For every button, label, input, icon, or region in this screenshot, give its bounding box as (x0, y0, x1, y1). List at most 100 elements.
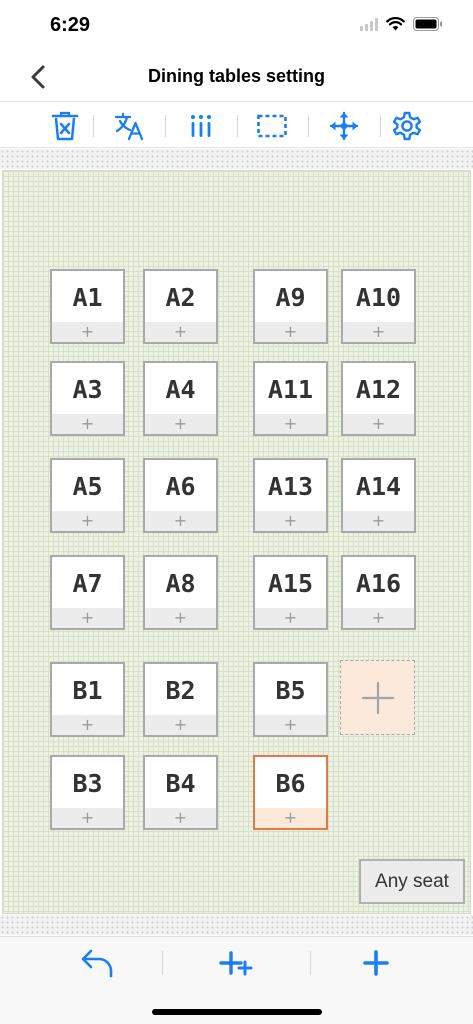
home-indicator (152, 1009, 322, 1015)
table-card[interactable]: A2 + (143, 269, 218, 344)
table-card[interactable]: A6 + (143, 458, 218, 533)
table-card[interactable]: A13 + (253, 458, 328, 533)
table-name: A7 (72, 569, 103, 598)
signal-icon (360, 17, 378, 31)
add-seat-button[interactable]: + (255, 715, 326, 735)
table-card[interactable]: A5 + (50, 458, 125, 533)
columns-icon (191, 115, 211, 137)
add-table-button[interactable] (340, 660, 415, 735)
bottom-divider (162, 951, 163, 975)
add-seat-button[interactable]: + (255, 511, 326, 531)
table-name: A16 (355, 569, 402, 598)
toolbar-divider (93, 115, 94, 137)
status-time: 6:29 (50, 14, 91, 36)
table-card[interactable]: A1 + (50, 269, 125, 344)
undo-button[interactable] (77, 945, 117, 981)
table-name: A10 (355, 283, 402, 312)
translate-button[interactable] (112, 110, 146, 142)
toolbar-divider (308, 115, 309, 137)
table-name: A6 (165, 472, 196, 501)
add-seat-button[interactable]: + (52, 608, 123, 628)
plus-icon (361, 681, 394, 714)
table-name: A12 (355, 375, 402, 404)
table-name: B1 (72, 676, 103, 705)
toolbar-divider (380, 115, 381, 137)
table-card[interactable]: A4 + (143, 361, 218, 436)
table-card[interactable]: A11 + (253, 361, 328, 436)
table-card[interactable]: B2 + (143, 662, 218, 737)
add-seat-button[interactable]: + (52, 511, 123, 531)
table-card[interactable]: A9 + (253, 269, 328, 344)
gear-icon (392, 111, 422, 141)
add-multiple-tables-button[interactable] (216, 945, 256, 981)
table-name: A4 (165, 375, 196, 404)
table-name: A2 (165, 283, 196, 312)
table-name: A9 (275, 283, 306, 312)
status-bar: 6:29 (0, 0, 473, 54)
toolbar-divider (237, 115, 238, 137)
add-seat-button[interactable]: + (52, 715, 123, 735)
translate-icon (114, 112, 144, 141)
canvas-bottom-border (0, 915, 473, 935)
table-card[interactable]: B5 + (253, 662, 328, 737)
select-area-button[interactable] (255, 110, 289, 142)
add-seat-button[interactable]: + (52, 808, 123, 828)
navigation-bar: Dining tables setting (0, 54, 473, 101)
bottom-toolbar (0, 936, 473, 1024)
bottom-divider (310, 951, 311, 975)
add-seat-button[interactable]: + (343, 511, 414, 531)
table-card[interactable]: A10 + (341, 269, 416, 344)
add-seat-button[interactable]: + (255, 808, 326, 828)
table-card[interactable]: A12 + (341, 361, 416, 436)
table-name: A13 (267, 472, 314, 501)
page-title: Dining tables setting (147, 66, 325, 86)
add-seat-button[interactable]: + (52, 414, 123, 434)
settings-button[interactable] (390, 110, 424, 142)
add-seat-button[interactable]: + (145, 511, 216, 531)
move-button[interactable] (327, 110, 361, 142)
table-name: B2 (165, 676, 196, 705)
status-icons (360, 17, 443, 31)
columns-button[interactable] (184, 110, 218, 142)
toolbar (0, 101, 473, 148)
add-seat-button[interactable]: + (255, 414, 326, 434)
wifi-icon (386, 17, 405, 31)
table-name: B6 (275, 769, 306, 798)
table-name: B3 (72, 769, 103, 798)
table-card[interactable]: A3 + (50, 361, 125, 436)
table-name: A3 (72, 375, 103, 404)
delete-button[interactable] (48, 110, 82, 142)
table-card[interactable]: A7 + (50, 555, 125, 630)
add-seat-button[interactable]: + (255, 322, 326, 342)
add-seat-button[interactable]: + (255, 608, 326, 628)
table-card[interactable]: A15 + (253, 555, 328, 630)
any-seat-button[interactable]: Any seat (359, 859, 465, 904)
add-icon (363, 950, 389, 976)
floor-canvas[interactable]: A1 + A2 + A9 + A10 + A3 + A4 + A11 + A12 + A5 + A6 + A13 + A14… (2, 170, 471, 914)
undo-icon (81, 949, 113, 978)
add-table-toolbar-button[interactable] (356, 945, 396, 981)
add-seat-button[interactable]: + (145, 322, 216, 342)
table-card[interactable]: B6 + (253, 755, 328, 830)
add-seat-button[interactable]: + (52, 322, 123, 342)
table-card[interactable]: A16 + (341, 555, 416, 630)
table-card[interactable]: A14 + (341, 458, 416, 533)
trash-icon (51, 111, 79, 141)
table-card[interactable]: B1 + (50, 662, 125, 737)
table-card[interactable]: B3 + (50, 755, 125, 830)
move-icon (329, 111, 359, 141)
table-name: A15 (267, 569, 314, 598)
add-seat-button[interactable]: + (343, 414, 414, 434)
table-card[interactable]: B4 + (143, 755, 218, 830)
table-card[interactable]: A8 + (143, 555, 218, 630)
add-seat-button[interactable]: + (145, 414, 216, 434)
table-name: B5 (275, 676, 306, 705)
add-seat-button[interactable]: + (343, 608, 414, 628)
add-seat-button[interactable]: + (343, 322, 414, 342)
add-seat-button[interactable]: + (145, 608, 216, 628)
table-name: A8 (165, 569, 196, 598)
add-seat-button[interactable]: + (145, 808, 216, 828)
table-name: A14 (355, 472, 402, 501)
table-name: A5 (72, 472, 103, 501)
add-seat-button[interactable]: + (145, 715, 216, 735)
